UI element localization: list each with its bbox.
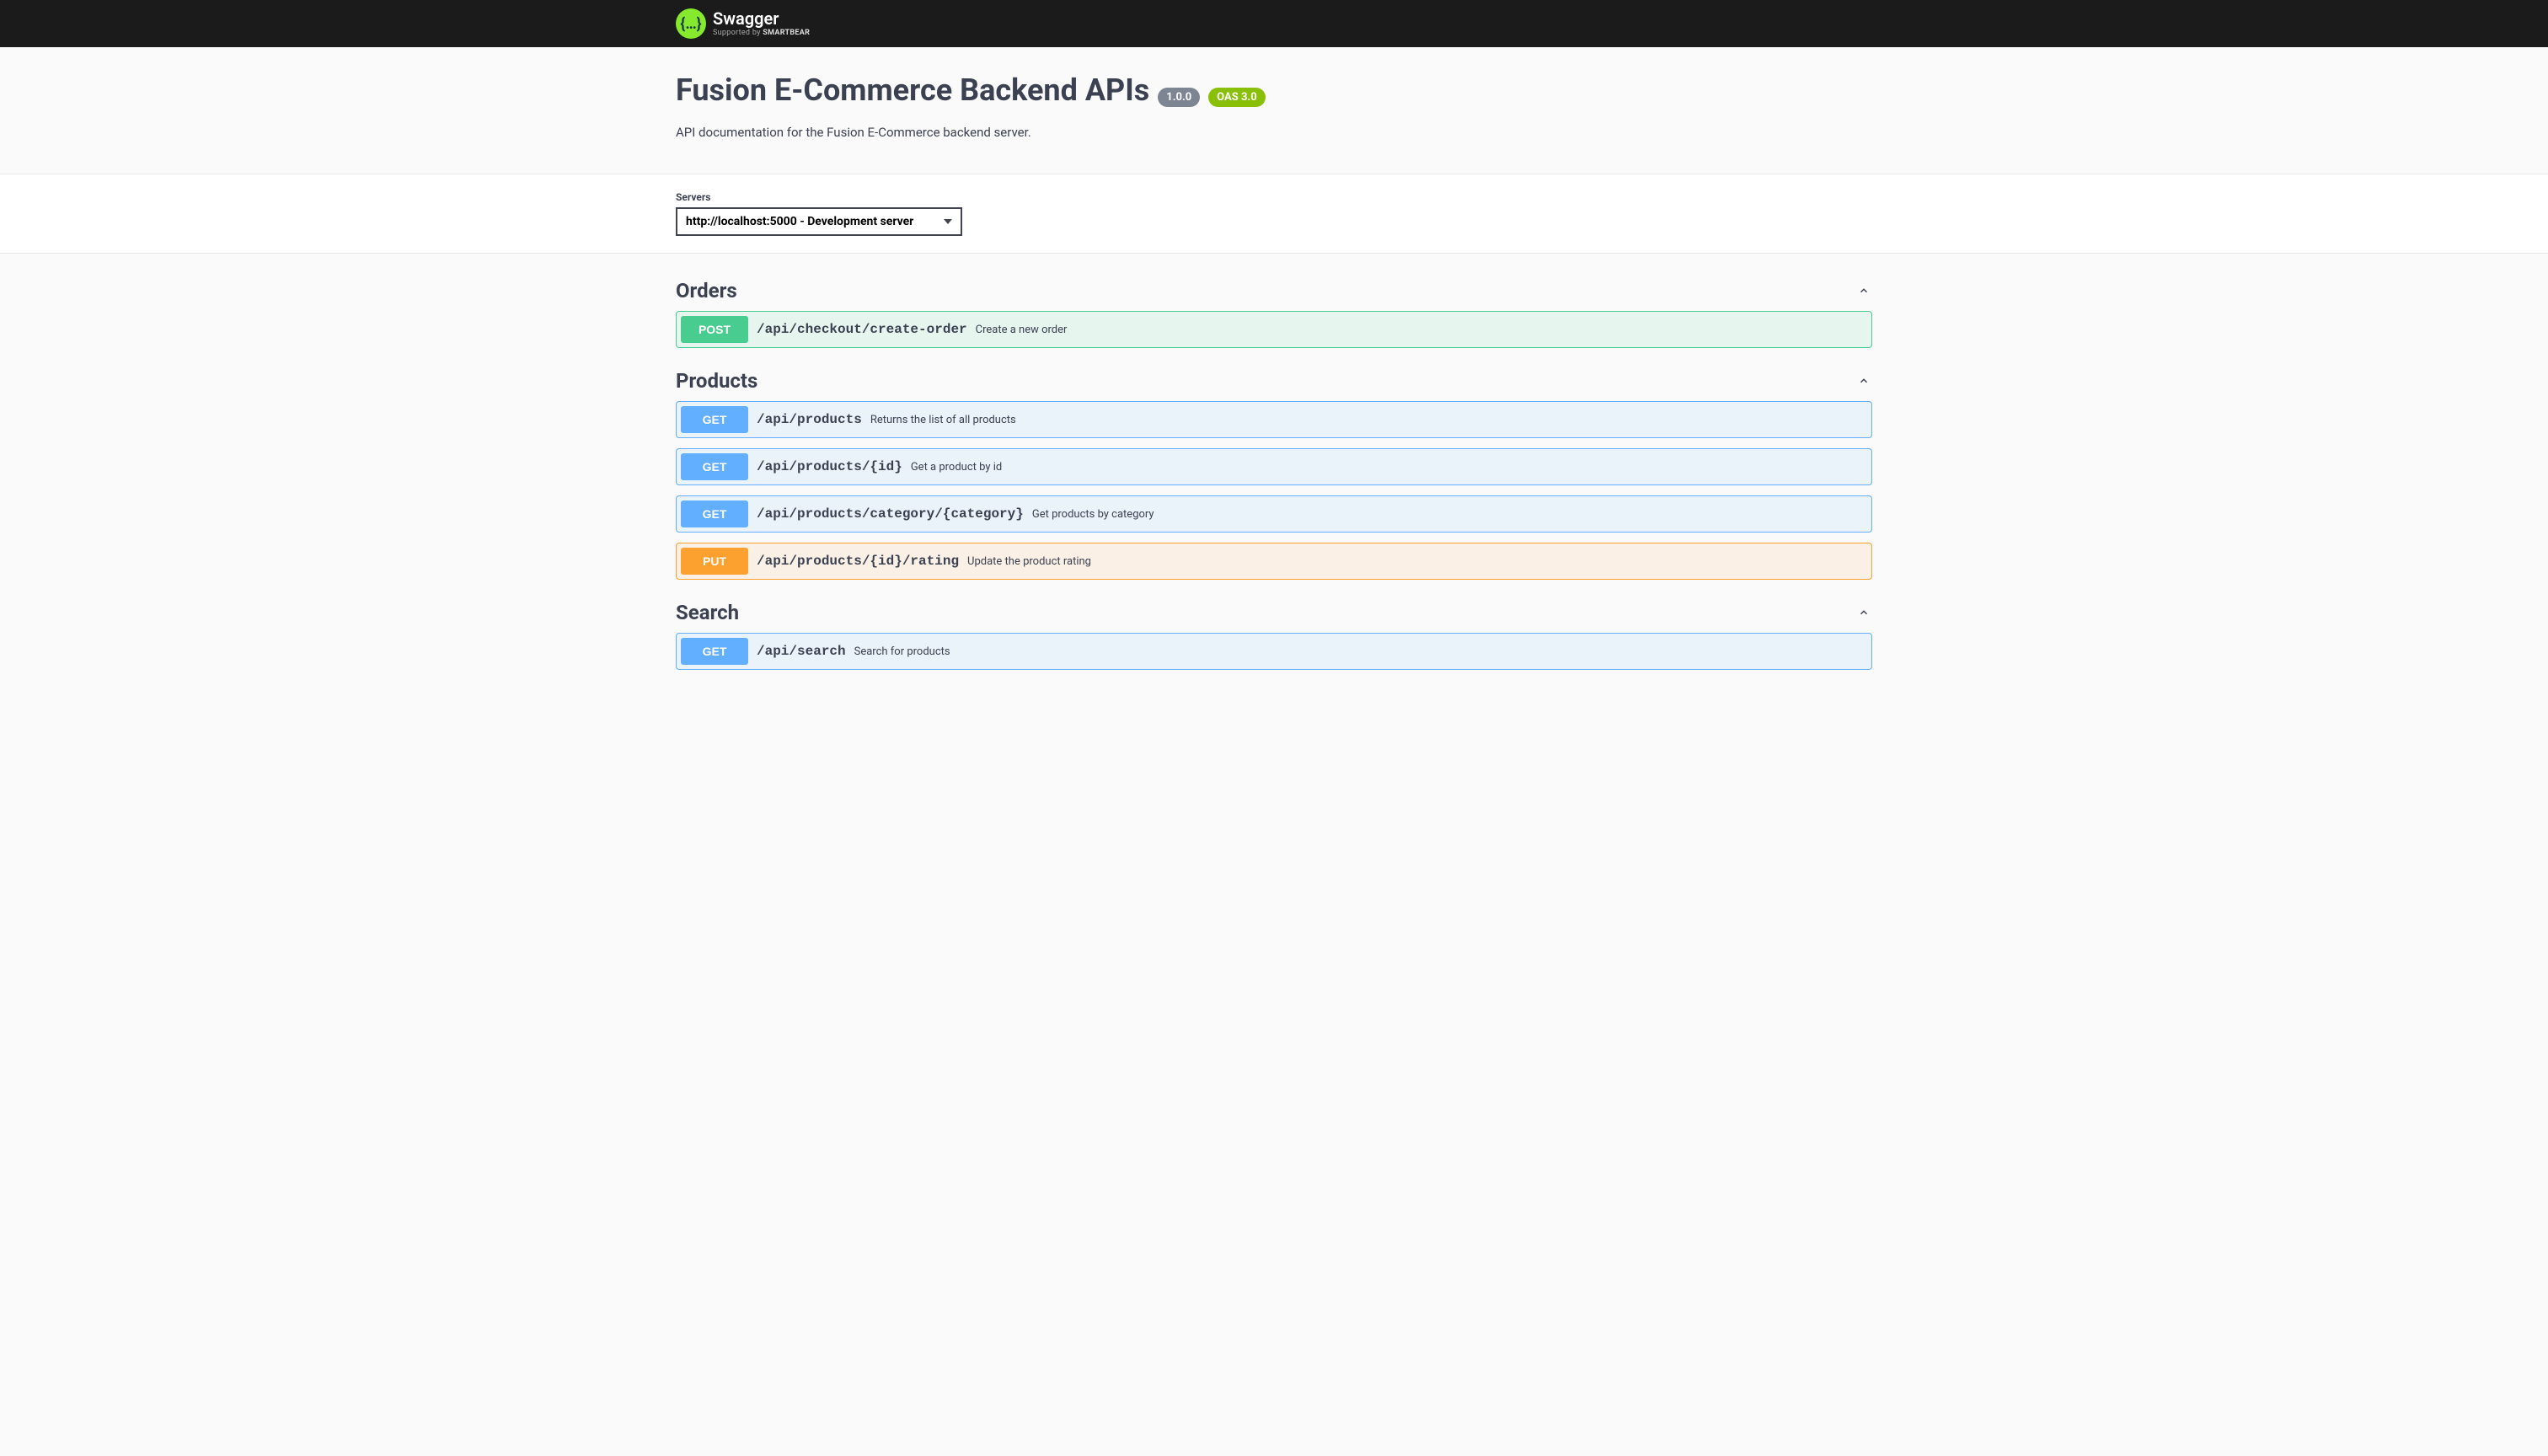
operation-block: GET/api/productsReturns the list of all … — [676, 401, 1872, 438]
chevron-down-icon — [1850, 643, 1867, 660]
tag-section: Search GET/api/searchSearch for products — [676, 592, 1872, 670]
operation-description: Create a new order — [976, 324, 1850, 336]
topbar: {…} Swagger Supported by SMARTBEAR — [0, 0, 2548, 47]
method-badge: GET — [681, 638, 748, 665]
brand-tagline: Supported by SMARTBEAR — [713, 29, 810, 37]
operation-summary[interactable]: GET/api/products/category/{category}Get … — [677, 496, 1871, 532]
method-badge: GET — [681, 453, 748, 480]
method-badge: GET — [681, 500, 748, 527]
method-badge: GET — [681, 406, 748, 433]
servers-section: Servers http://localhost:5000 - Developm… — [0, 174, 2548, 254]
operation-block: POST/api/checkout/create-orderCreate a n… — [676, 311, 1872, 348]
chevron-down-icon — [1850, 411, 1867, 428]
chevron-up-icon — [1855, 372, 1872, 389]
operation-path: /api/products/{id}/rating — [748, 554, 967, 569]
operation-description: Update the product rating — [967, 555, 1850, 568]
info-section: Fusion E-Commerce Backend APIs 1.0.0 OAS… — [659, 47, 1889, 174]
operation-block: GET/api/products/{id}Get a product by id — [676, 448, 1872, 485]
page-title: Fusion E-Commerce Backend APIs — [676, 72, 1149, 108]
servers-label: Servers — [676, 191, 1872, 203]
operation-summary[interactable]: GET/api/productsReturns the list of all … — [677, 402, 1871, 437]
tag-header[interactable]: Orders — [676, 270, 1872, 311]
chevron-down-icon — [1850, 458, 1867, 475]
tag-section: Orders POST/api/checkout/create-orderCrea… — [676, 270, 1872, 348]
tag-header[interactable]: Search — [676, 592, 1872, 633]
tag-name: Products — [676, 369, 757, 393]
chevron-up-icon — [1855, 282, 1872, 299]
tag-name: Orders — [676, 279, 737, 302]
chevron-down-icon — [1850, 553, 1867, 570]
operation-path: /api/search — [748, 644, 854, 659]
chevron-down-icon — [1850, 321, 1867, 338]
operations-container: Orders POST/api/checkout/create-orderCrea… — [659, 254, 1889, 699]
method-badge: PUT — [681, 548, 748, 575]
operation-path: /api/checkout/create-order — [748, 322, 976, 337]
version-badge: 1.0.0 — [1158, 88, 1200, 107]
method-badge: POST — [681, 316, 748, 343]
operation-summary[interactable]: GET/api/searchSearch for products — [677, 634, 1871, 669]
operation-description: Get a product by id — [911, 461, 1850, 474]
operation-description: Search for products — [854, 645, 1850, 658]
brand-name: Swagger — [713, 10, 810, 27]
swagger-logo-icon: {…} — [676, 8, 706, 39]
operation-path: /api/products/category/{category} — [748, 506, 1032, 522]
operation-block: GET/api/searchSearch for products — [676, 633, 1872, 670]
operation-summary[interactable]: GET/api/products/{id}Get a product by id — [677, 449, 1871, 484]
operation-description: Get products by category — [1032, 508, 1850, 521]
operation-description: Returns the list of all products — [870, 414, 1850, 426]
chevron-up-icon — [1855, 604, 1872, 621]
oas-badge: OAS 3.0 — [1208, 88, 1266, 107]
api-description: API documentation for the Fusion E-Comme… — [676, 125, 1872, 140]
operation-summary[interactable]: POST/api/checkout/create-orderCreate a n… — [677, 312, 1871, 347]
operation-block: GET/api/products/category/{category}Get … — [676, 495, 1872, 533]
tag-header[interactable]: Products — [676, 361, 1872, 401]
server-select[interactable]: http://localhost:5000 - Development serv… — [676, 207, 962, 236]
tag-name: Search — [676, 601, 739, 624]
operation-path: /api/products — [748, 412, 870, 427]
operation-summary[interactable]: PUT/api/products/{id}/ratingUpdate the p… — [677, 543, 1871, 579]
tag-section: Products GET/api/productsReturns the list… — [676, 361, 1872, 580]
operation-block: PUT/api/products/{id}/ratingUpdate the p… — [676, 543, 1872, 580]
swagger-logo[interactable]: {…} Swagger Supported by SMARTBEAR — [676, 8, 810, 39]
chevron-down-icon — [1850, 506, 1867, 522]
operation-path: /api/products/{id} — [748, 459, 911, 474]
